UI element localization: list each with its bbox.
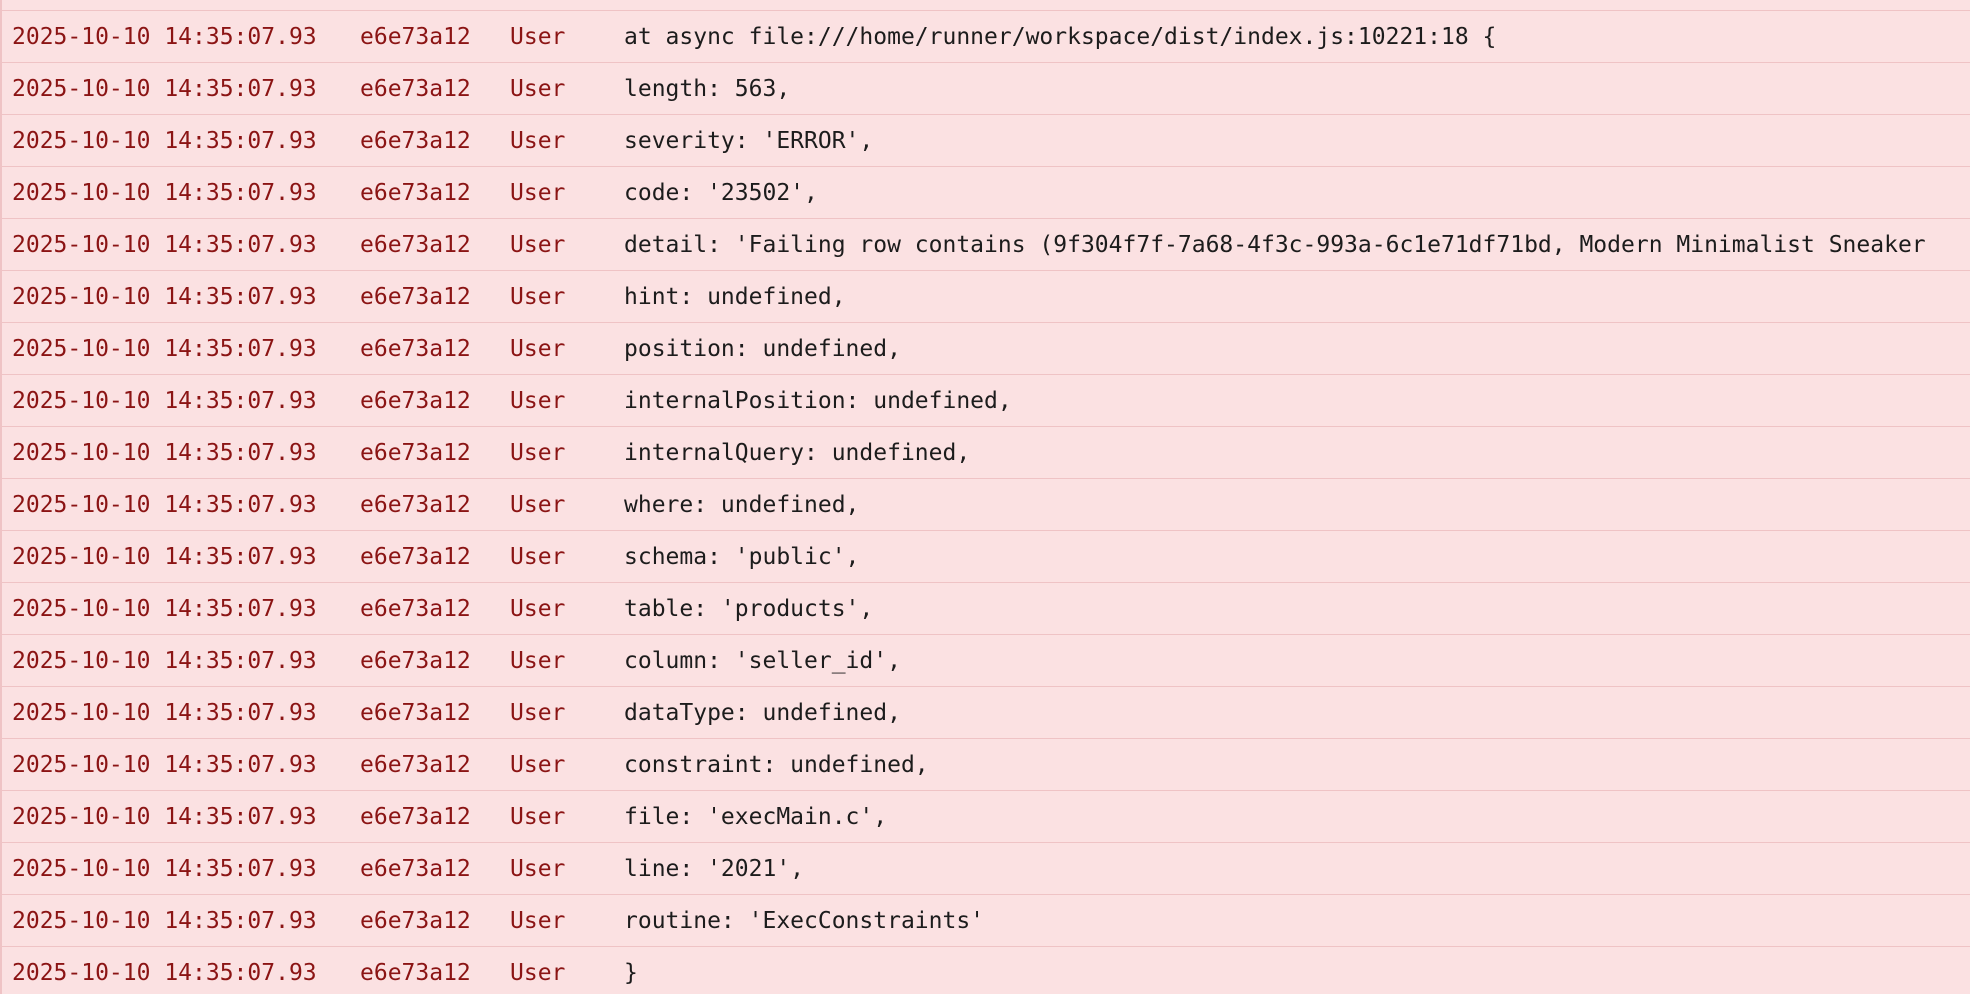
log-row[interactable]: 2025-10-10 14:35:07.93 e6e73a12 User dat…: [2, 687, 1970, 739]
log-timestamp: 2025-10-10 14:35:07.93: [12, 803, 317, 830]
log-deployment-id: e6e73a12: [360, 179, 471, 206]
log-timestamp: 2025-10-10 14:35:07.93: [12, 75, 317, 102]
log-timestamp: 2025-10-10 14:35:07.93: [12, 387, 317, 414]
log-deployment-id: e6e73a12: [360, 75, 471, 102]
log-timestamp: 2025-10-10 14:35:07.93: [12, 959, 317, 986]
log-source: User: [510, 699, 566, 726]
log-deployment-id: e6e73a12: [360, 751, 471, 778]
log-row[interactable]: 2025-10-10 14:35:07.93 e6e73a12 User det…: [2, 219, 1970, 271]
log-message: length: 563,: [624, 75, 791, 102]
log-message: table: 'products',: [624, 595, 874, 622]
log-viewer[interactable]: 2025-10-10 14:35:07.93 e6e73a12 User at …: [0, 0, 1970, 994]
log-row[interactable]: 2025-10-10 14:35:07.93 e6e73a12 User rou…: [2, 895, 1970, 947]
log-message: position: undefined,: [624, 335, 901, 362]
log-message: dataType: undefined,: [624, 699, 901, 726]
log-deployment-id: e6e73a12: [360, 647, 471, 674]
log-message: at async file:///home/runner/workspace/d…: [624, 23, 1497, 50]
log-deployment-id: e6e73a12: [360, 595, 471, 622]
log-row[interactable]: 2025-10-10 14:35:07.93 e6e73a12 User fil…: [2, 791, 1970, 843]
log-message: file: 'execMain.c',: [624, 803, 888, 830]
log-row[interactable]: 2025-10-10 14:35:07.93 e6e73a12 User at …: [2, 11, 1970, 63]
log-source: User: [510, 491, 566, 518]
log-deployment-id: e6e73a12: [360, 907, 471, 934]
log-source: User: [510, 751, 566, 778]
log-timestamp: 2025-10-10 14:35:07.93: [12, 855, 317, 882]
log-deployment-id: e6e73a12: [360, 959, 471, 986]
log-row[interactable]: 2025-10-10 14:35:07.93 e6e73a12 User len…: [2, 63, 1970, 115]
log-timestamp: 2025-10-10 14:35:07.93: [12, 231, 317, 258]
log-source: User: [510, 75, 566, 102]
log-row[interactable]: 2025-10-10 14:35:07.93 e6e73a12 User lin…: [2, 843, 1970, 895]
log-source: User: [510, 595, 566, 622]
log-message: detail: 'Failing row contains (9f304f7f-…: [624, 231, 1926, 258]
log-message: internalPosition: undefined,: [624, 387, 1012, 414]
log-timestamp: 2025-10-10 14:35:07.93: [12, 439, 317, 466]
log-deployment-id: e6e73a12: [360, 23, 471, 50]
log-deployment-id: e6e73a12: [360, 231, 471, 258]
log-message: internalQuery: undefined,: [624, 439, 971, 466]
log-row[interactable]: 2025-10-10 14:35:07.93 e6e73a12 User cod…: [2, 167, 1970, 219]
log-rows: 2025-10-10 14:35:07.93 e6e73a12 User at …: [2, 11, 1970, 994]
log-deployment-id: e6e73a12: [360, 855, 471, 882]
log-source: User: [510, 127, 566, 154]
log-deployment-id: e6e73a12: [360, 335, 471, 362]
log-deployment-id: e6e73a12: [360, 439, 471, 466]
log-message: hint: undefined,: [624, 283, 846, 310]
log-message: severity: 'ERROR',: [624, 127, 874, 154]
log-source: User: [510, 23, 566, 50]
log-row[interactable]: 2025-10-10 14:35:07.93 e6e73a12 User whe…: [2, 479, 1970, 531]
log-row[interactable]: 2025-10-10 14:35:07.93 e6e73a12 User con…: [2, 739, 1970, 791]
log-row[interactable]: 2025-10-10 14:35:07.93 e6e73a12 User pos…: [2, 323, 1970, 375]
log-source: User: [510, 231, 566, 258]
log-row[interactable]: 2025-10-10 14:35:07.93 e6e73a12 User sev…: [2, 115, 1970, 167]
log-source: User: [510, 335, 566, 362]
log-row[interactable]: 2025-10-10 14:35:07.93 e6e73a12 User int…: [2, 427, 1970, 479]
log-timestamp: 2025-10-10 14:35:07.93: [12, 543, 317, 570]
log-source: User: [510, 543, 566, 570]
log-source: User: [510, 283, 566, 310]
log-deployment-id: e6e73a12: [360, 699, 471, 726]
log-timestamp: 2025-10-10 14:35:07.93: [12, 699, 317, 726]
log-row[interactable]: 2025-10-10 14:35:07.93 e6e73a12 User int…: [2, 375, 1970, 427]
log-row[interactable]: 2025-10-10 14:35:07.93 e6e73a12 User sch…: [2, 531, 1970, 583]
log-source: User: [510, 647, 566, 674]
log-deployment-id: e6e73a12: [360, 387, 471, 414]
log-message: where: undefined,: [624, 491, 860, 518]
log-timestamp: 2025-10-10 14:35:07.93: [12, 647, 317, 674]
log-row[interactable]: 2025-10-10 14:35:07.93 e6e73a12 User tab…: [2, 583, 1970, 635]
log-message: routine: 'ExecConstraints': [624, 907, 985, 934]
log-deployment-id: e6e73a12: [360, 543, 471, 570]
log-source: User: [510, 959, 566, 986]
log-timestamp: 2025-10-10 14:35:07.93: [12, 23, 317, 50]
log-source: User: [510, 907, 566, 934]
log-top-divider: [2, 0, 1970, 11]
log-row[interactable]: 2025-10-10 14:35:07.93 e6e73a12 User }: [2, 947, 1970, 994]
log-message: constraint: undefined,: [624, 751, 929, 778]
log-timestamp: 2025-10-10 14:35:07.93: [12, 127, 317, 154]
log-message: column: 'seller_id',: [624, 647, 901, 674]
log-timestamp: 2025-10-10 14:35:07.93: [12, 283, 317, 310]
log-timestamp: 2025-10-10 14:35:07.93: [12, 491, 317, 518]
log-source: User: [510, 855, 566, 882]
log-row[interactable]: 2025-10-10 14:35:07.93 e6e73a12 User hin…: [2, 271, 1970, 323]
log-message: line: '2021',: [624, 855, 805, 882]
log-deployment-id: e6e73a12: [360, 283, 471, 310]
log-timestamp: 2025-10-10 14:35:07.93: [12, 335, 317, 362]
log-timestamp: 2025-10-10 14:35:07.93: [12, 595, 317, 622]
log-message: schema: 'public',: [624, 543, 860, 570]
log-timestamp: 2025-10-10 14:35:07.93: [12, 179, 317, 206]
log-message: code: '23502',: [624, 179, 818, 206]
log-source: User: [510, 179, 566, 206]
log-message: }: [624, 959, 638, 986]
log-deployment-id: e6e73a12: [360, 491, 471, 518]
log-row[interactable]: 2025-10-10 14:35:07.93 e6e73a12 User col…: [2, 635, 1970, 687]
log-deployment-id: e6e73a12: [360, 127, 471, 154]
log-deployment-id: e6e73a12: [360, 803, 471, 830]
log-source: User: [510, 387, 566, 414]
log-timestamp: 2025-10-10 14:35:07.93: [12, 907, 317, 934]
log-source: User: [510, 803, 566, 830]
log-timestamp: 2025-10-10 14:35:07.93: [12, 751, 317, 778]
log-source: User: [510, 439, 566, 466]
